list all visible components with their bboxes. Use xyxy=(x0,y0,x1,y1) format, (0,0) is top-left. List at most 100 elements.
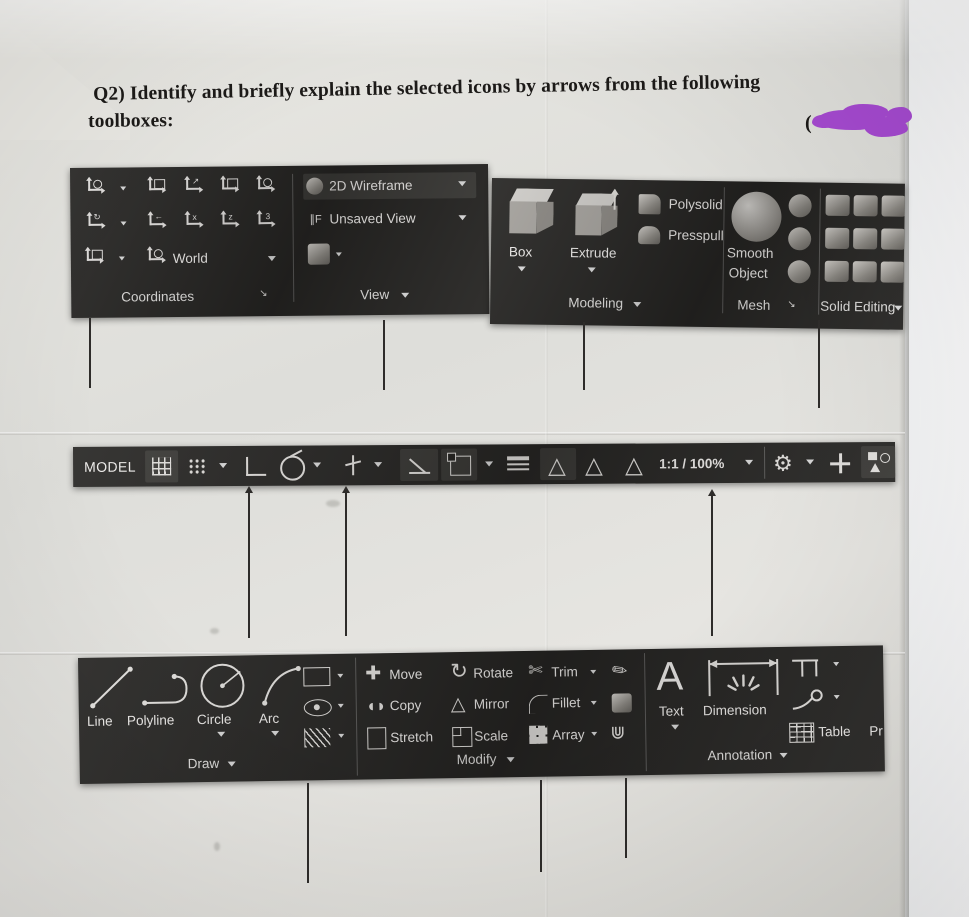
polar-tracking-caret[interactable] xyxy=(313,462,322,468)
viewport-configuration-icon[interactable] xyxy=(307,243,330,265)
array-label[interactable]: Array xyxy=(552,727,584,743)
copy-label[interactable]: Copy xyxy=(390,698,422,713)
fillet-flyout-caret[interactable] xyxy=(590,700,597,705)
smooth-more-icon[interactable] xyxy=(788,194,812,218)
viewport-configuration-caret[interactable] xyxy=(335,252,342,257)
rotate-label[interactable]: Rotate xyxy=(473,665,513,681)
object-snap-caret[interactable] xyxy=(485,461,494,467)
smooth-less-icon[interactable] xyxy=(788,227,812,251)
ucs-object-icon[interactable] xyxy=(220,175,241,195)
workspace-switching-icon[interactable]: ⚙ xyxy=(773,451,795,476)
fillet-label[interactable]: Fillet xyxy=(552,695,581,710)
rectangle-flyout-icon[interactable] xyxy=(303,667,331,687)
snap-mode-icon[interactable] xyxy=(188,458,207,475)
ucs-world-label[interactable]: World xyxy=(173,251,208,266)
solid-separate-icon[interactable] xyxy=(824,260,849,282)
ucs-flyout-caret-2[interactable] xyxy=(120,221,127,226)
mirror-label[interactable]: Mirror xyxy=(474,696,509,712)
draw-panel-caret[interactable] xyxy=(227,761,236,767)
multileader-caret[interactable] xyxy=(833,662,840,667)
ucs-flyout-caret-1[interactable] xyxy=(120,186,127,191)
ucs-z-icon[interactable]: 3 xyxy=(256,210,277,230)
ellipse-flyout-icon[interactable] xyxy=(303,699,332,717)
offset-icon[interactable]: ⋓ xyxy=(610,722,625,742)
ucs-x-icon[interactable]: x xyxy=(184,210,205,231)
annotation-panel-caret[interactable] xyxy=(779,752,788,758)
table-label[interactable]: Table xyxy=(818,724,851,740)
ortho-mode-icon[interactable] xyxy=(246,456,267,476)
polyline-label[interactable]: Polyline xyxy=(127,712,175,728)
extrude-icon[interactable] xyxy=(569,188,628,242)
ucs-world-dropdown-icon[interactable] xyxy=(146,246,168,266)
visual-style-caret[interactable] xyxy=(458,181,467,187)
extrude-flyout-caret[interactable] xyxy=(587,267,596,273)
leader-icon[interactable] xyxy=(791,689,829,712)
refine-mesh-icon[interactable] xyxy=(787,260,811,284)
dimension-label[interactable]: Dimension xyxy=(703,702,767,718)
object-snap-tracking-icon[interactable] xyxy=(345,455,362,476)
view-panel-caret[interactable] xyxy=(401,292,410,298)
stretch-label[interactable]: Stretch xyxy=(390,729,433,745)
text-icon[interactable]: A xyxy=(656,655,683,699)
ucs-3point-icon[interactable]: ↗ xyxy=(184,176,205,196)
lineweight-icon[interactable] xyxy=(507,456,530,472)
array-flyout-caret[interactable] xyxy=(591,731,598,736)
hardware-acceleration-icon[interactable] xyxy=(830,453,851,474)
ucs-y-icon[interactable]: z xyxy=(220,210,241,230)
leader-caret[interactable] xyxy=(833,695,840,700)
solid-clean-icon[interactable] xyxy=(880,261,905,283)
dimension-icon[interactable] xyxy=(706,655,781,698)
text-label[interactable]: Text xyxy=(659,703,684,718)
ellipse-flyout-caret[interactable] xyxy=(337,703,344,708)
trim-label[interactable]: Trim xyxy=(551,664,578,679)
solid-union-icon[interactable] xyxy=(825,194,850,216)
array-icon[interactable] xyxy=(529,725,548,744)
ucs-face-icon[interactable] xyxy=(256,175,277,195)
move-icon[interactable]: ✚ xyxy=(365,663,381,684)
line-label[interactable]: Line xyxy=(87,713,113,728)
polar-tracking-icon[interactable] xyxy=(280,449,306,481)
hatch-flyout-caret[interactable] xyxy=(338,733,345,738)
fillet-icon[interactable] xyxy=(528,694,548,714)
arc-flyout-caret[interactable] xyxy=(271,730,280,736)
ucs-world-dropdown-caret[interactable] xyxy=(267,256,276,262)
box-flyout-caret[interactable] xyxy=(517,266,526,272)
snap-mode-caret[interactable] xyxy=(219,463,228,469)
solid-subtract-icon[interactable] xyxy=(853,195,878,217)
box-icon[interactable] xyxy=(503,188,560,241)
circle-flyout-caret[interactable] xyxy=(217,731,226,737)
solid-extrude-face-icon[interactable] xyxy=(825,227,850,249)
annotation-scale-icon[interactable]: △ xyxy=(625,452,645,478)
truncated-annotation-label[interactable]: Pr xyxy=(869,723,883,738)
named-view-label[interactable]: Unsaved View xyxy=(329,211,415,227)
modeling-panel-caret[interactable] xyxy=(633,301,642,308)
erase-icon[interactable]: ✎ xyxy=(608,658,632,683)
rectangle-flyout-caret[interactable] xyxy=(337,673,344,678)
presspull-icon[interactable] xyxy=(638,226,661,245)
table-icon[interactable] xyxy=(789,722,815,743)
model-space-button[interactable]: MODEL xyxy=(84,459,136,475)
ucs-previous-icon[interactable]: ← xyxy=(147,211,168,231)
ucs-world-origin-icon[interactable] xyxy=(86,176,107,197)
extrude-label[interactable]: Extrude xyxy=(570,245,617,261)
multileader-icon[interactable] xyxy=(790,656,828,679)
solid-intersect-icon[interactable] xyxy=(881,195,905,217)
smooth-object-icon[interactable] xyxy=(731,191,782,243)
polysolid-icon[interactable] xyxy=(638,194,661,215)
annotation-scale-caret[interactable] xyxy=(745,459,754,465)
ucs-named-icon[interactable] xyxy=(147,176,168,196)
solid-editing-panel-caret[interactable] xyxy=(894,305,903,311)
smooth-object-label-1[interactable]: Smooth xyxy=(727,245,774,261)
explode-icon[interactable] xyxy=(611,693,632,713)
presspull-label[interactable]: Presspull xyxy=(668,227,724,243)
mirror-icon[interactable]: △ xyxy=(451,694,466,715)
annotation-scale-label[interactable]: 1:1 / 100% xyxy=(659,456,724,471)
stretch-icon[interactable] xyxy=(367,727,387,750)
hatch-flyout-icon[interactable] xyxy=(304,728,331,748)
modify-panel-caret[interactable] xyxy=(506,757,515,763)
polysolid-label[interactable]: Polysolid xyxy=(669,196,723,212)
arc-label[interactable]: Arc xyxy=(259,711,279,726)
circle-label[interactable]: Circle xyxy=(197,712,232,728)
ucs-flyout-caret-3[interactable] xyxy=(118,256,125,261)
smooth-object-label-2[interactable]: Object xyxy=(729,265,768,281)
